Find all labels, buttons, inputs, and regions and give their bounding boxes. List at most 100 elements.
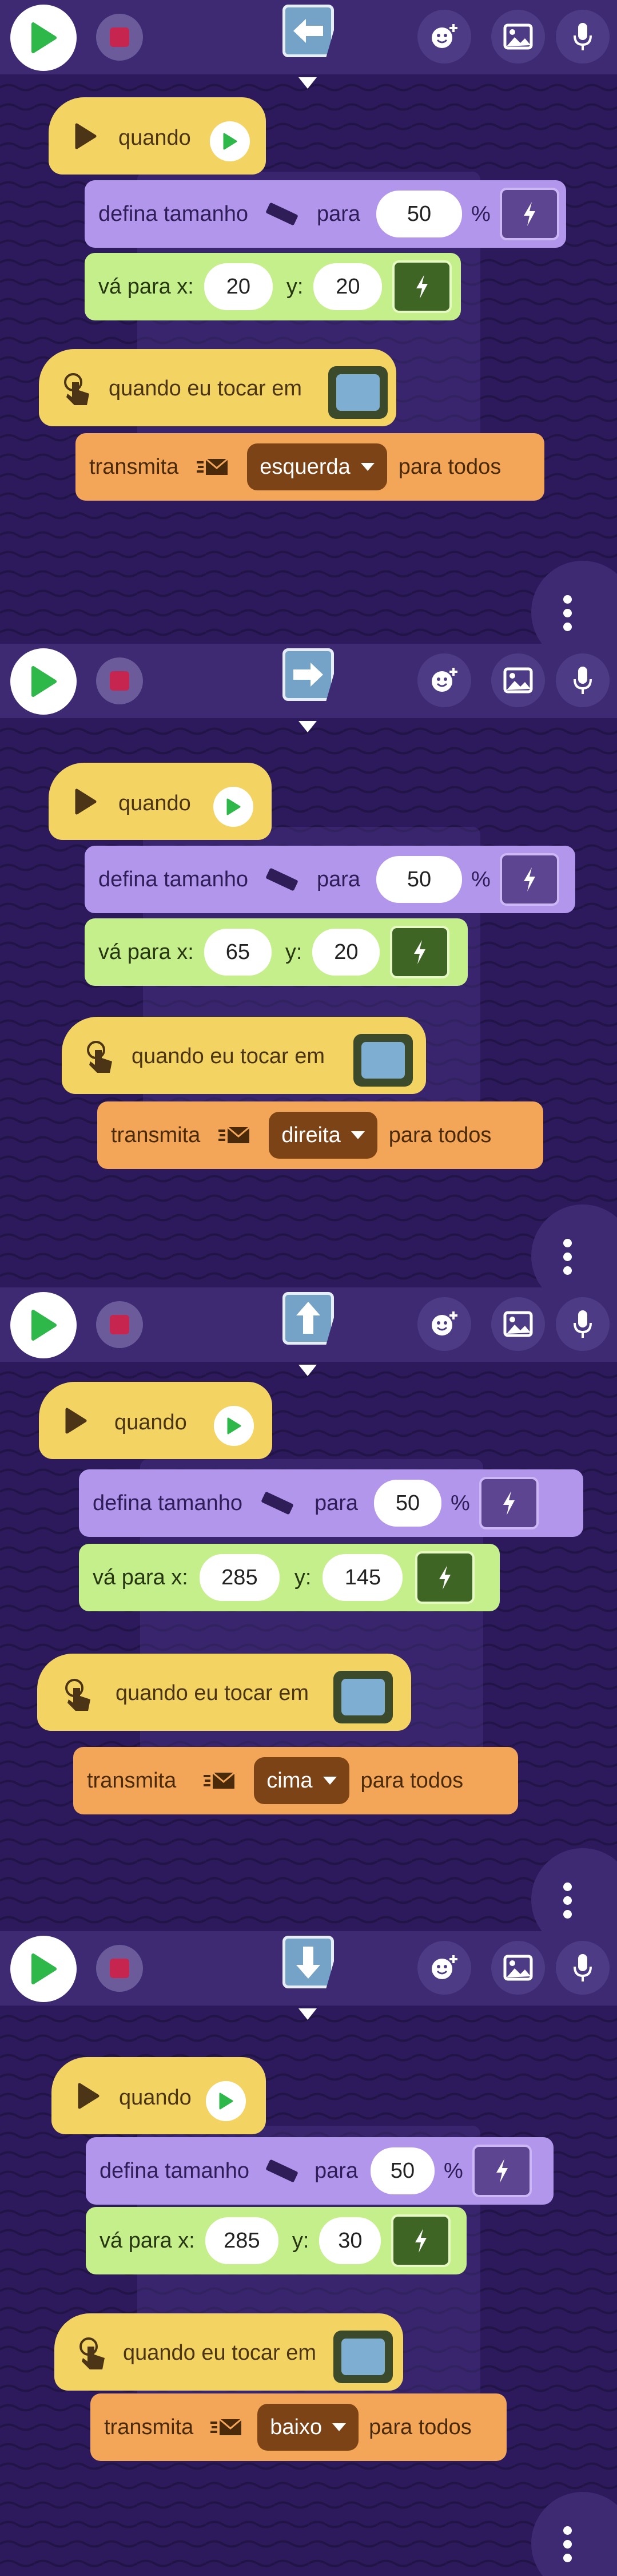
add-character-button[interactable] — [417, 10, 471, 64]
tap-label: quando eu tocar em — [116, 1681, 309, 1705]
size-variable-button[interactable] — [479, 1477, 539, 1529]
more-menu-button[interactable] — [531, 2492, 617, 2576]
tap-target-thumbnail[interactable] — [353, 1034, 413, 1087]
add-character-button[interactable] — [417, 653, 471, 707]
tap-target-thumbnail[interactable] — [328, 366, 388, 419]
more-menu-button[interactable] — [531, 1848, 617, 1931]
percent-label: % — [451, 1491, 470, 1515]
sprite-thumbnail-down-arrow[interactable] — [282, 1936, 334, 1988]
broadcast-block[interactable]: transmita cima para todos — [73, 1747, 518, 1814]
flag-button[interactable] — [210, 121, 250, 161]
y-input[interactable]: 145 — [323, 1554, 403, 1601]
set-size-block[interactable]: defina tamanho para 50 % — [85, 846, 575, 913]
stop-button[interactable] — [96, 14, 143, 61]
tap-target-thumbnail[interactable] — [333, 2331, 393, 2383]
when-flag-hat-block[interactable]: quando — [49, 97, 266, 175]
go-to-xy-block[interactable]: vá para x: 65 y: 20 — [85, 918, 468, 986]
when-flag-hat-block[interactable]: quando — [39, 1382, 272, 1459]
size-variable-button[interactable] — [499, 853, 559, 906]
stop-button[interactable] — [96, 1945, 143, 1992]
code-panel-right: quando defina tamanho para 50 % vá para … — [0, 644, 617, 1287]
flag-button[interactable] — [213, 787, 253, 827]
message-dropdown[interactable]: direita — [269, 1112, 377, 1159]
caret-down-icon[interactable] — [298, 721, 317, 732]
when-flag-hat-block[interactable]: quando — [51, 2057, 266, 2134]
sound-button[interactable] — [556, 1297, 610, 1351]
set-size-block[interactable]: defina tamanho para 50 % — [86, 2137, 554, 2205]
caret-down-icon[interactable] — [298, 1365, 317, 1376]
add-character-button[interactable] — [417, 1941, 471, 1995]
sprite-thumbnail-left-arrow[interactable] — [282, 5, 334, 57]
y-input[interactable]: 30 — [319, 2217, 381, 2264]
message-dropdown[interactable]: esquerda — [247, 443, 387, 490]
go-button[interactable] — [10, 648, 77, 715]
set-size-label: defina tamanho — [93, 1491, 242, 1515]
y-input[interactable]: 20 — [313, 263, 383, 310]
sprite-tab — [269, 1287, 347, 1360]
position-variable-button[interactable] — [415, 1551, 475, 1604]
x-input[interactable]: 20 — [204, 263, 273, 310]
position-variable-button[interactable] — [391, 2214, 451, 2267]
size-variable-button[interactable] — [472, 2145, 532, 2197]
broadcast-block[interactable]: transmita baixo para todos — [90, 2393, 507, 2461]
go-to-xy-block[interactable]: vá para x: 285 y: 30 — [86, 2207, 467, 2274]
when-tapped-hat-block[interactable]: quando eu tocar em — [54, 2313, 403, 2391]
set-size-block[interactable]: defina tamanho para 50 % — [85, 180, 566, 248]
tap-target-thumbnail[interactable] — [333, 1671, 393, 1723]
chevron-down-icon — [360, 463, 375, 471]
background-button[interactable] — [491, 10, 545, 64]
stop-button[interactable] — [96, 657, 143, 704]
when-tapped-hat-block[interactable]: quando eu tocar em — [62, 1017, 426, 1094]
x-input[interactable]: 65 — [204, 929, 272, 976]
broadcast-block[interactable]: transmita direita para todos — [97, 1101, 543, 1169]
add-character-button[interactable] — [417, 1297, 471, 1351]
message-dropdown[interactable]: baixo — [257, 2404, 359, 2451]
flag-button[interactable] — [206, 2081, 246, 2121]
play-icon — [226, 798, 241, 815]
lightning-icon — [503, 1491, 515, 1515]
size-input[interactable]: 50 — [376, 191, 463, 237]
x-input[interactable]: 285 — [199, 1554, 280, 1601]
envelope-icon — [204, 1772, 236, 1789]
when-tapped-hat-block[interactable]: quando eu tocar em — [37, 1654, 411, 1731]
sprite-thumbnail-right-arrow[interactable] — [282, 648, 334, 701]
image-icon — [503, 667, 533, 693]
sound-button[interactable] — [556, 653, 610, 707]
sprite-thumbnail-up-arrow[interactable] — [282, 1292, 334, 1345]
go-button[interactable] — [10, 1936, 77, 2002]
broadcast-label: transmita — [89, 454, 179, 479]
size-input[interactable]: 50 — [374, 1480, 442, 1527]
size-variable-button[interactable] — [499, 188, 559, 240]
go-button[interactable] — [10, 1292, 77, 1358]
go-to-xy-block[interactable]: vá para x: 20 y: 20 — [85, 253, 461, 320]
background-button[interactable] — [491, 1941, 545, 1995]
go-button[interactable] — [10, 5, 77, 71]
sound-button[interactable] — [556, 1941, 610, 1995]
position-variable-button[interactable] — [392, 260, 452, 313]
more-menu-button[interactable] — [531, 561, 617, 644]
sound-button[interactable] — [556, 10, 610, 64]
go-to-xy-block[interactable]: vá para x: 285 y: 145 — [79, 1544, 500, 1611]
when-tapped-hat-block[interactable]: quando eu tocar em — [39, 349, 396, 426]
caret-down-icon[interactable] — [298, 77, 317, 89]
more-vertical-icon — [562, 2526, 573, 2567]
size-input[interactable]: 50 — [376, 856, 463, 903]
size-input[interactable]: 50 — [371, 2147, 435, 2194]
chevron-down-icon — [351, 1131, 365, 1139]
y-input[interactable]: 20 — [312, 929, 380, 976]
background-button[interactable] — [491, 1297, 545, 1351]
position-variable-button[interactable] — [390, 926, 450, 978]
x-input[interactable]: 285 — [205, 2217, 278, 2264]
tap-label: quando eu tocar em — [132, 1044, 325, 1068]
background-button[interactable] — [491, 653, 545, 707]
stop-button[interactable] — [96, 1301, 143, 1348]
caret-down-icon[interactable] — [298, 2008, 317, 2020]
message-dropdown[interactable]: cima — [254, 1757, 349, 1804]
play-icon — [75, 788, 97, 815]
more-menu-button[interactable] — [531, 1204, 617, 1287]
flag-button[interactable] — [214, 1406, 254, 1446]
when-flag-hat-block[interactable]: quando — [49, 763, 272, 840]
sprite-tab — [269, 0, 347, 72]
set-size-block[interactable]: defina tamanho para 50 % — [79, 1469, 583, 1537]
broadcast-block[interactable]: transmita esquerda para todos — [75, 433, 544, 501]
